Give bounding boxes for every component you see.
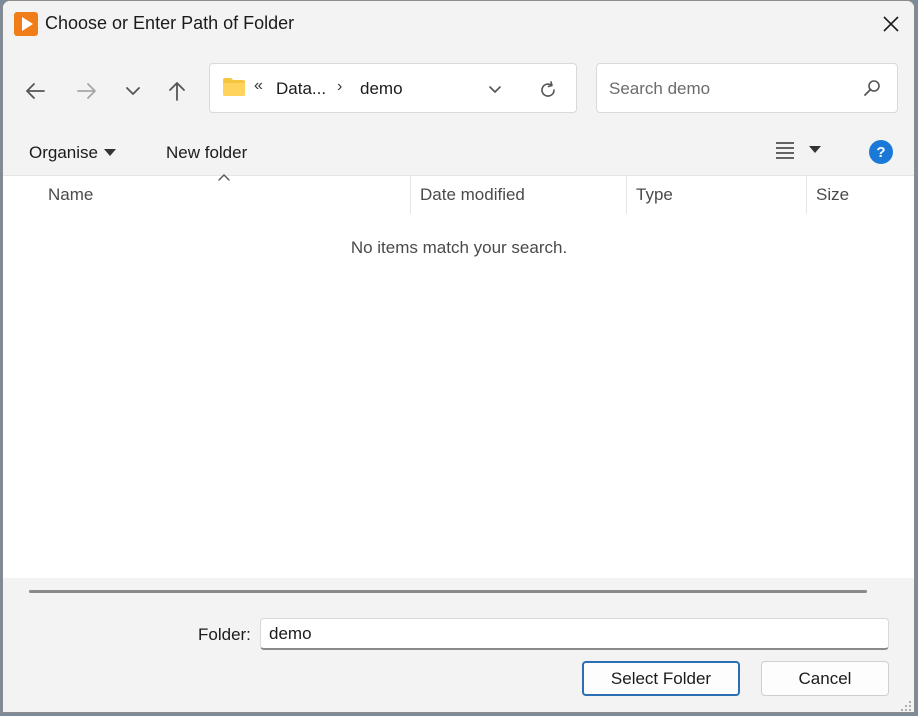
- column-divider[interactable]: [626, 176, 627, 214]
- breadcrumb-data[interactable]: Data...: [276, 79, 326, 99]
- select-folder-button[interactable]: Select Folder: [582, 661, 740, 696]
- search-placeholder[interactable]: Search demo: [609, 79, 710, 99]
- organise-label: Organise: [29, 143, 98, 162]
- up-arrow-icon: [169, 82, 185, 101]
- search-icon[interactable]: [863, 79, 881, 97]
- window-title: Choose or Enter Path of Folder: [45, 13, 295, 33]
- folder-picker-dialog: Choose or Enter Path of Folder « Data...…: [2, 0, 915, 713]
- refresh-icon: [541, 81, 555, 97]
- app-play-icon: [14, 12, 38, 36]
- close-button[interactable]: [868, 1, 914, 47]
- command-bar: Organise New folder ?: [3, 131, 914, 176]
- details-view-icon: [776, 142, 794, 159]
- empty-list-message: No items match your search.: [350, 238, 568, 257]
- file-list: Name Date modified Type Size No items ma…: [3, 174, 914, 578]
- folder-label: Folder:: [198, 625, 251, 644]
- back-button[interactable]: [21, 77, 49, 105]
- breadcrumb-separator[interactable]: ›: [337, 78, 342, 96]
- recent-locations-button[interactable]: [119, 77, 147, 105]
- refresh-button[interactable]: [536, 78, 560, 102]
- folder-name-input[interactable]: [260, 618, 889, 650]
- column-divider[interactable]: [806, 176, 807, 214]
- column-size[interactable]: Size: [816, 176, 849, 214]
- organise-button[interactable]: Organise: [29, 143, 116, 163]
- folder-icon: [223, 78, 245, 96]
- footer-divider: [29, 590, 867, 593]
- column-divider[interactable]: [410, 176, 411, 214]
- back-arrow-icon: [26, 83, 45, 99]
- address-dropdown-button[interactable]: [484, 78, 506, 100]
- column-type[interactable]: Type: [636, 176, 673, 214]
- column-name[interactable]: Name: [48, 176, 93, 214]
- help-button[interactable]: ?: [869, 140, 893, 164]
- search-box[interactable]: Search demo: [596, 63, 898, 113]
- resize-grip-icon[interactable]: [900, 700, 912, 712]
- breadcrumb-overflow[interactable]: «: [254, 77, 263, 95]
- view-options-button[interactable]: [775, 141, 821, 159]
- chevron-down-icon: [489, 86, 501, 93]
- chevron-down-icon: [126, 87, 140, 95]
- sort-ascending-icon: [218, 174, 230, 181]
- cancel-button[interactable]: Cancel: [761, 661, 889, 696]
- new-folder-button[interactable]: New folder: [166, 143, 247, 163]
- title-bar: Choose or Enter Path of Folder: [3, 1, 914, 47]
- close-icon: [883, 16, 899, 32]
- forward-button[interactable]: [73, 77, 101, 105]
- breadcrumb-demo[interactable]: demo: [360, 79, 403, 99]
- column-date-modified[interactable]: Date modified: [420, 176, 525, 214]
- caret-down-icon: [103, 149, 116, 156]
- up-button[interactable]: [163, 77, 191, 105]
- address-bar[interactable]: « Data... › demo: [209, 63, 577, 113]
- navigation-bar: « Data... › demo Search demo: [3, 47, 914, 131]
- column-headers: Name Date modified Type Size: [3, 174, 914, 214]
- forward-arrow-icon: [77, 83, 96, 99]
- footer-panel: Folder: Select Folder Cancel: [3, 578, 914, 712]
- caret-down-icon: [809, 146, 821, 153]
